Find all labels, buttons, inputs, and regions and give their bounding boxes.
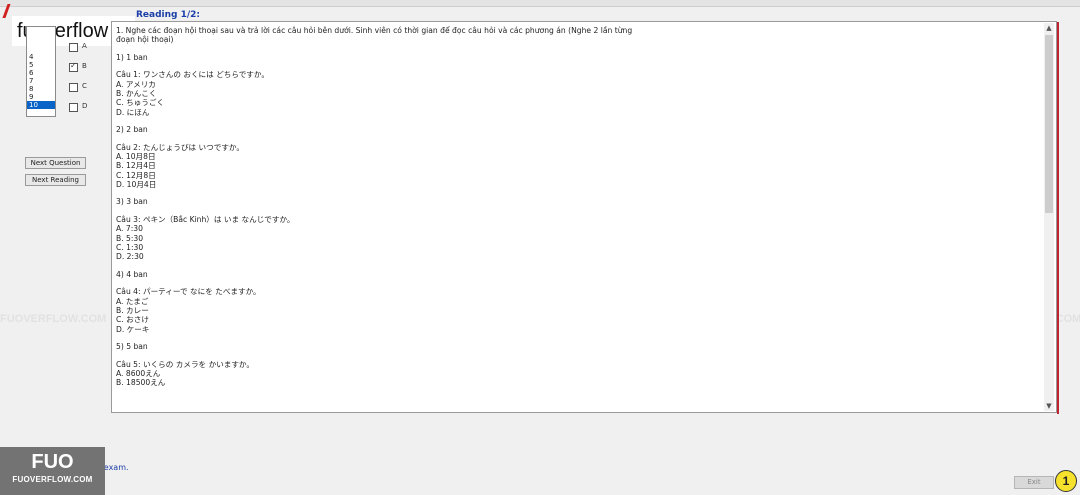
red-border-rail [1057,22,1059,414]
question-list-item[interactable]: 5 [27,61,55,69]
answer-line: D. 2:30 [116,252,144,262]
answer-line: C. ちゅうごく [116,98,165,108]
exit-button[interactable]: Exit [1014,476,1054,489]
question-list-item[interactable]: 8 [27,85,55,93]
question-list-spacer [27,27,55,53]
question-text: Câu 3: ペキン（Bắc Kinh）は いま なんじですか。 [116,214,295,224]
answer-line: A. アメリカ [116,79,156,89]
section-header: 4) 4 ban [116,269,148,279]
answer-line: D. ケーキ [116,324,150,334]
answer-line: C. おさけ [116,315,149,325]
answer-line: B. 5:30 [116,233,144,243]
answer-line: A. たまご [116,296,149,306]
top-bar [0,0,1080,7]
answer-line: A. 10月8日 [116,151,156,161]
section-header: 3) 3 ban [116,197,148,207]
option-a-checkbox[interactable] [69,43,78,52]
answer-line: C. 1:30 [116,243,144,253]
reading-content: 1. Nghe các đoạn hội thoại sau và trả lờ… [116,26,1040,388]
scrollbar-thumb[interactable] [1045,35,1053,213]
section-header: 5) 5 ban [116,342,148,352]
question-list[interactable]: 4 5 6 7 8 9 10 [26,26,56,117]
fuo-logo-url: FUOVERFLOW.COM [12,475,93,484]
reading-content-panel[interactable]: 1. Nghe các đoạn hội thoại sau và trả lờ… [111,21,1057,413]
question-list-item[interactable]: 7 [27,77,55,85]
option-c-label: C [82,82,87,90]
answer-line: B. 12月4日 [116,161,156,171]
option-a[interactable]: A [69,41,109,53]
question-text: Câu 4: パーティーで なにを たべますか。 [116,287,261,297]
intro-line: đoạn hội thoại) [116,35,174,45]
question-list-item[interactable]: 6 [27,69,55,77]
question-list-item[interactable]: 9 [27,93,55,101]
answer-line: A. 7:30 [116,224,143,234]
question-list-item-selected[interactable]: 10 [27,101,55,109]
option-c[interactable]: C [69,81,109,93]
answer-line: B. かんこく [116,88,157,98]
option-b-label: B [82,62,87,70]
reading-title: Reading 1/2: [136,10,201,20]
answer-line: A. 8600えん [116,368,161,378]
option-d-checkbox[interactable] [69,103,78,112]
vertical-scrollbar[interactable]: ▲ ▼ [1044,23,1054,411]
option-b-checkbox[interactable]: ✓ [69,61,78,72]
answer-line: B. カレー [116,305,149,315]
question-text: Câu 2: たんじょうびは いつですか。 [116,142,244,152]
question-text: Câu 5: いくらの カメラを かいますか。 [116,359,254,369]
step-badge: 1 [1055,470,1077,492]
watermark-text: FUOVERFLOW.COM [0,313,107,325]
fuo-logo-mark: FUO [31,451,74,473]
intro-line: 1. Nghe các đoạn hội thoại sau và trả lờ… [116,26,633,35]
option-c-checkbox[interactable] [69,83,78,92]
option-b[interactable]: ✓ B [69,61,109,73]
answer-line: C. 12月8日 [116,170,156,180]
answer-line: B. 18500えん [116,378,166,388]
check-icon: ✓ [70,61,77,70]
section-header: 1) 1 ban [116,52,148,62]
question-list-item[interactable]: 4 [27,53,55,61]
fuo-overlay-logo: FUO FUOVERFLOW.COM [0,447,105,495]
option-d-label: D [82,102,88,110]
answer-line: D. にほん [116,107,150,117]
scroll-up-icon[interactable]: ▲ [1044,23,1054,33]
next-reading-button[interactable]: Next Reading [25,174,86,186]
scroll-down-icon[interactable]: ▼ [1044,401,1054,411]
question-text: Câu 1: ワンさんの おくには どちらですか。 [116,70,269,80]
section-header: 2) 2 ban [116,125,148,135]
next-question-button[interactable]: Next Question [25,157,86,169]
answer-line: D. 10月4日 [116,180,157,190]
option-d[interactable]: D [69,101,109,113]
option-a-label: A [82,42,87,50]
